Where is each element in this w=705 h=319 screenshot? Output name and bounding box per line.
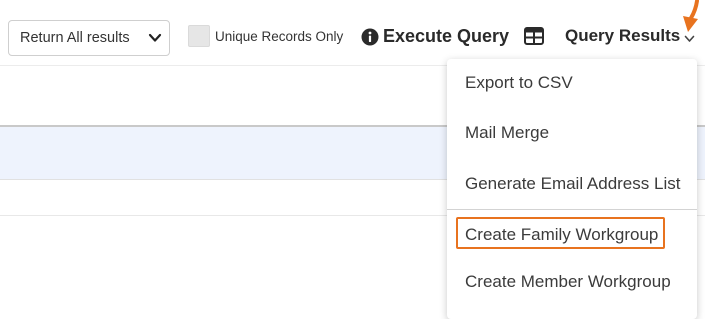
- unique-records-checkbox[interactable]: [188, 25, 210, 47]
- table-grid-icon[interactable]: [524, 27, 544, 45]
- results-filter-value: Return All results: [20, 30, 130, 46]
- toolbar: Return All results Unique Records Only E…: [0, 0, 705, 66]
- caret-down-icon: [684, 35, 695, 42]
- menu-item-generate-email-list[interactable]: Generate Email Address List: [465, 174, 680, 194]
- info-circle-icon: [361, 28, 379, 45]
- execute-query-label: Execute Query: [383, 26, 510, 46]
- menu-item-export-csv[interactable]: Export to CSV: [465, 73, 573, 93]
- unique-records-label: Unique Records Only: [215, 29, 344, 44]
- query-results-label: Query Results: [565, 26, 681, 45]
- menu-item-mail-merge[interactable]: Mail Merge: [465, 123, 549, 143]
- query-results-menu-button[interactable]: Query Results: [565, 26, 695, 46]
- menu-item-create-member-workgroup[interactable]: Create Member Workgroup: [465, 272, 671, 292]
- chevron-down-icon: [148, 33, 162, 42]
- results-filter-select[interactable]: Return All results: [8, 20, 170, 56]
- execute-query-button[interactable]: Execute Query: [361, 26, 509, 47]
- pointer-arrow-icon: [683, 0, 699, 32]
- menu-divider: [447, 209, 697, 210]
- menu-item-create-family-workgroup[interactable]: Create Family Workgroup: [465, 225, 658, 245]
- query-results-dropdown: Export to CSV Mail Merge Generate Email …: [447, 59, 697, 319]
